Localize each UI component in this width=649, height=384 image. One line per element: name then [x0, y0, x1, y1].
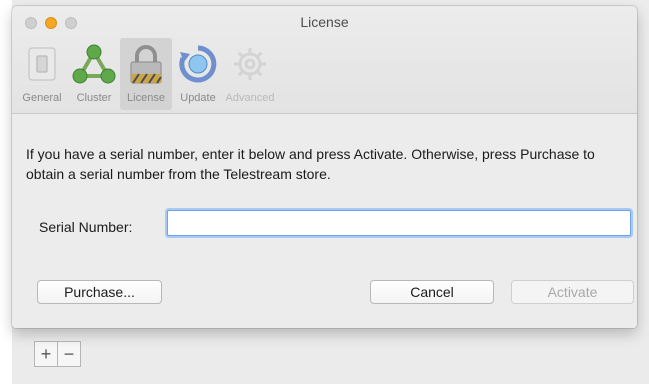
activate-button[interactable]: Activate [511, 280, 634, 304]
purchase-button[interactable]: Purchase... [37, 280, 162, 304]
refresh-globe-icon [176, 42, 220, 86]
add-button[interactable]: + [35, 342, 57, 366]
tab-cluster-label: Cluster [76, 92, 112, 104]
license-window: License General Cluster License Update A… [12, 6, 637, 328]
title-bar: License General Cluster License Update A… [12, 6, 637, 114]
tab-license-label: License [127, 92, 165, 104]
gear-icon [228, 42, 272, 86]
preferences-toolbar: General Cluster License Update Advanced [16, 38, 276, 110]
background-window-footer [12, 330, 649, 384]
tab-update[interactable]: Update [172, 38, 224, 110]
serial-number-input[interactable] [167, 210, 631, 236]
add-remove-control: + − [34, 341, 81, 367]
instructions-text: If you have a serial number, enter it be… [26, 146, 595, 182]
window-title: License [300, 14, 349, 30]
tab-cluster[interactable]: Cluster [68, 38, 120, 110]
tab-update-label: Update [180, 92, 216, 104]
remove-button[interactable]: − [57, 342, 80, 366]
network-triangle-icon [72, 42, 116, 86]
tab-advanced[interactable]: Advanced [224, 38, 276, 110]
tab-advanced-label: Advanced [225, 92, 275, 104]
switch-icon [20, 42, 64, 86]
tab-general[interactable]: General [16, 38, 68, 110]
padlock-icon [124, 42, 168, 86]
tab-license[interactable]: License [120, 38, 172, 110]
cancel-button[interactable]: Cancel [370, 280, 494, 304]
license-content: If you have a serial number, enter it be… [12, 114, 637, 328]
serial-number-label: Serial Number: [39, 219, 133, 235]
tab-general-label: General [22, 92, 62, 104]
